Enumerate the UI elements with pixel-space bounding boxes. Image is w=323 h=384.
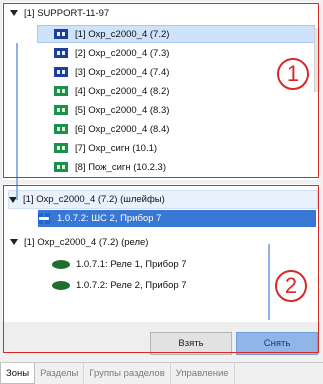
vertical-scrollbar[interactable] (314, 28, 320, 92)
tree-zone-item[interactable]: [5] Охр_c2000_4 (8.3) (54, 102, 169, 118)
group-loops-label: [1] Охр_c2000_4 (7.2) (шлейфы) (23, 194, 165, 205)
tree-zone-label: [4] Охр_c2000_4 (8.2) (75, 85, 170, 97)
bottom-tab-bar: Зоны Разделы Группы разделов Управление (0, 362, 323, 384)
callout-number-1: 1 (277, 58, 309, 90)
remove-button[interactable]: Снять (236, 332, 318, 355)
tree-zone-label: [8] Пож_сигн (10.2.3) (75, 161, 166, 173)
tree-zone-label: [7] Охр_сигн (10.1) (75, 142, 158, 154)
tab-partition-groups[interactable]: Группы разделов (84, 363, 171, 384)
tab-control[interactable]: Управление (171, 363, 235, 384)
zone-blue-icon (54, 48, 68, 58)
callout-number-2: 2 (275, 270, 307, 302)
zone-blue-icon (54, 29, 68, 39)
tree-root-node[interactable]: [1] SUPPORT-11-97 (10, 5, 109, 21)
group-loops-node[interactable]: [1] Охр_c2000_4 (7.2) (шлейфы) (8, 190, 318, 209)
relay-icon (52, 280, 70, 290)
annotation-arrow (16, 43, 18, 200)
zone-blue-icon (54, 67, 68, 77)
tree-zone-item[interactable]: [3] Охр_c2000_4 (7.4) (54, 64, 169, 80)
relay-icon (52, 259, 70, 269)
tree-zone-label: [2] Охр_c2000_4 (7.3) (75, 47, 170, 59)
loop-device-icon (38, 213, 50, 224)
tree-zone-item[interactable]: [1] Охр_c2000_4 (7.2) (37, 25, 315, 43)
tree-zone-item[interactable]: [7] Охр_сигн (10.1) (54, 140, 157, 156)
zone-green-icon (54, 143, 68, 153)
relay-item[interactable]: 1.0.7.2: Реле 2, Прибор 7 (52, 277, 187, 293)
tree-zone-item[interactable]: [2] Охр_c2000_4 (7.3) (54, 45, 169, 61)
tree-zone-label: [1] Охр_c2000_4 (7.2) (75, 28, 170, 40)
tab-zones[interactable]: Зоны (0, 363, 36, 384)
zone-green-icon (54, 86, 68, 96)
tab-partitions[interactable]: Разделы (35, 363, 85, 384)
loop-item-selected[interactable]: 1.0.7.2: ШС 2, Прибор 7 (38, 210, 316, 227)
tree-zone-item[interactable]: [6] Охр_c2000_4 (8.4) (54, 121, 169, 137)
group-relays-label: [1] Охр_c2000_4 (7.2) (реле) (24, 236, 149, 248)
take-button[interactable]: Взять (150, 332, 232, 355)
tree-zone-label: [6] Охр_c2000_4 (8.4) (75, 123, 170, 135)
relay-item-label: 1.0.7.1: Реле 1, Прибор 7 (76, 258, 187, 270)
expand-arrow-icon[interactable] (10, 239, 18, 245)
tree-zone-label: [3] Охр_c2000_4 (7.4) (75, 66, 170, 78)
tree-zone-item[interactable]: [4] Охр_c2000_4 (8.2) (54, 83, 169, 99)
relay-item[interactable]: 1.0.7.1: Реле 1, Прибор 7 (52, 256, 187, 272)
relay-item-label: 1.0.7.2: Реле 2, Прибор 7 (76, 279, 187, 291)
zone-green-icon (54, 162, 68, 172)
zones-tree-panel: [1] SUPPORT-11-97 [1] Охр_c2000_4 (7.2) … (2, 2, 320, 180)
tree-zone-label: [5] Охр_c2000_4 (8.3) (75, 104, 170, 116)
zone-green-icon (54, 105, 68, 115)
group-relays-node[interactable]: [1] Охр_c2000_4 (7.2) (реле) (10, 234, 148, 250)
zone-green-icon (54, 124, 68, 134)
annotation-arrow (268, 244, 270, 320)
tree-zone-item[interactable]: [8] Пож_сигн (10.2.3) (54, 159, 166, 175)
loop-item-label: 1.0.7.2: ШС 2, Прибор 7 (57, 213, 162, 224)
expand-arrow-icon[interactable] (10, 10, 18, 16)
tree-root-label: [1] SUPPORT-11-97 (24, 7, 110, 19)
